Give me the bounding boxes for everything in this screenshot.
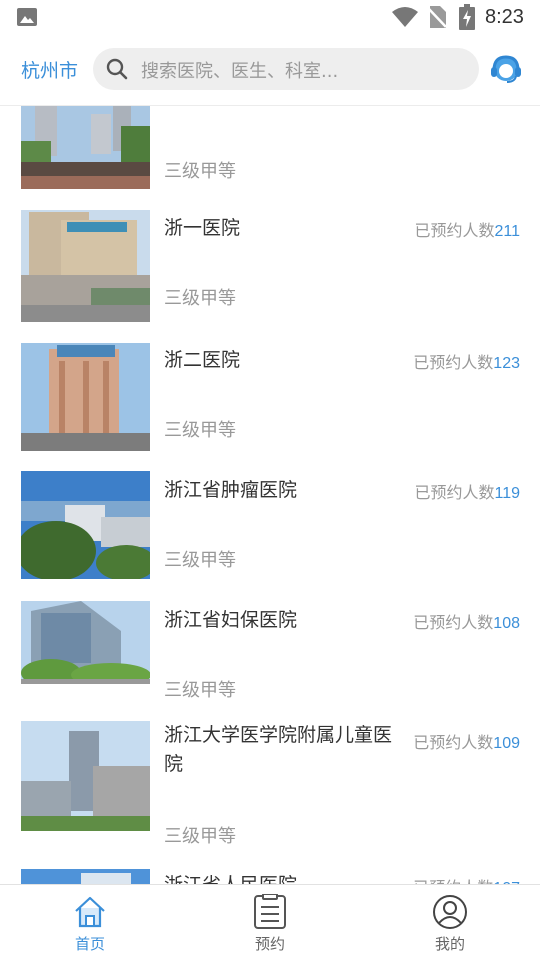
booked-label: 已预约人数 <box>414 221 495 240</box>
booked-label: 已预约人数 <box>413 613 494 632</box>
tab-appointments[interactable]: 预约 <box>180 885 360 960</box>
city-selector[interactable]: 杭州市 <box>21 56 78 83</box>
hospital-photo <box>21 601 150 684</box>
bottom-tab-bar: 首页 预约 我的 <box>0 884 540 960</box>
booked-count: 已预约人数123 <box>413 349 520 373</box>
hospital-photo <box>21 106 150 189</box>
customer-service-icon[interactable] <box>489 52 523 86</box>
battery-charging-icon <box>459 4 475 30</box>
booked-number: 123 <box>493 355 520 372</box>
top-header: 杭州市 搜索医院、医生、科室... <box>0 36 540 106</box>
wifi-icon <box>392 7 418 27</box>
booked-count: 已预约人数107 <box>413 874 520 884</box>
hospital-item[interactable]: 浙江省肿瘤医院 已预约人数119 三级甲等 <box>0 470 540 600</box>
booked-count: 已预约人数119 <box>414 479 520 503</box>
status-bar: 8:23 <box>0 0 540 36</box>
booked-label: 已预约人数 <box>414 483 495 502</box>
booked-number: 108 <box>493 615 520 632</box>
hospital-item[interactable]: 浙江大学医学院附属儿童医院 已预约人数109 三级甲等 <box>0 720 540 870</box>
hospital-grade: 三级甲等 <box>164 288 236 309</box>
hospital-grade: 三级甲等 <box>164 680 236 701</box>
tab-appointments-label: 预约 <box>254 935 285 953</box>
hospital-item[interactable]: 浙一医院 已预约人数211 三级甲等 <box>0 208 540 338</box>
hospital-name: 浙一医院 <box>164 217 241 239</box>
hospital-grade: 三级甲等 <box>164 550 236 571</box>
hospital-list[interactable]: 三级甲等 浙一医院 已预约人数211 三级甲等 浙二医院 已预约人数123 三级… <box>0 106 540 884</box>
booked-number: 119 <box>494 485 520 502</box>
tab-profile-label: 我的 <box>434 935 465 953</box>
hospital-name: 浙江省肿瘤医院 <box>164 479 298 501</box>
hospital-grade: 三级甲等 <box>164 161 236 182</box>
hospital-grade: 三级甲等 <box>164 826 236 847</box>
hospital-name: 浙二医院 <box>164 349 241 371</box>
search-bar[interactable]: 搜索医院、医生、科室... <box>93 48 479 90</box>
hospital-item[interactable]: 三级甲等 <box>0 106 540 206</box>
hospital-grade: 三级甲等 <box>164 420 236 441</box>
gallery-icon <box>17 8 37 26</box>
search-icon <box>106 58 128 80</box>
booked-number: 211 <box>494 223 520 240</box>
clipboard-icon <box>254 894 286 929</box>
hospital-photo <box>21 471 150 579</box>
no-sim-icon <box>427 6 447 28</box>
booked-label: 已预约人数 <box>413 353 494 372</box>
hospital-item[interactable]: 浙江省妇保医院 已预约人数108 三级甲等 <box>0 600 540 720</box>
booked-count: 已预约人数108 <box>413 609 520 633</box>
tab-profile[interactable]: 我的 <box>360 885 540 960</box>
tab-home[interactable]: 首页 <box>0 885 180 960</box>
home-icon <box>75 896 105 928</box>
hospital-photo <box>21 343 150 451</box>
booked-count: 已预约人数109 <box>413 729 520 753</box>
hospital-photo <box>21 869 150 884</box>
hospital-name: 浙江大学医学院附属儿童医院 <box>164 724 393 775</box>
tab-home-label: 首页 <box>74 935 105 953</box>
hospital-name: 浙江省妇保医院 <box>164 609 298 631</box>
booked-count: 已预约人数211 <box>414 217 520 241</box>
user-icon <box>433 895 467 929</box>
booked-number: 109 <box>493 735 520 752</box>
clock-time: 8:23 <box>485 6 524 28</box>
hospital-photo <box>21 210 150 322</box>
hospital-item[interactable]: 浙江省人民医院 已预约人数107 <box>0 869 540 884</box>
hospital-name: 浙江省人民医院 <box>164 871 404 884</box>
booked-label: 已预约人数 <box>413 733 494 752</box>
hospital-item[interactable]: 浙二医院 已预约人数123 三级甲等 <box>0 340 540 470</box>
search-placeholder: 搜索医院、医生、科室... <box>141 61 339 82</box>
hospital-photo <box>21 721 150 831</box>
